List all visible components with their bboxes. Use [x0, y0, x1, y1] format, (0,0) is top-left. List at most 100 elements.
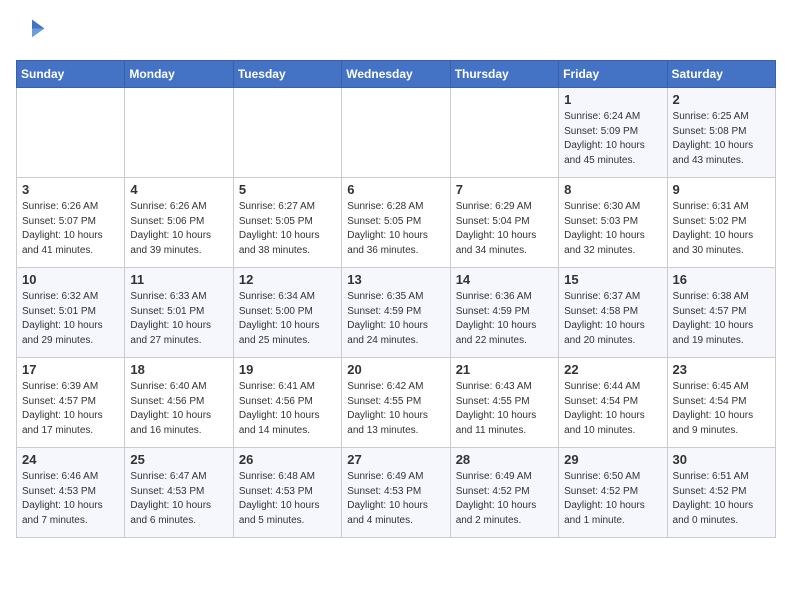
calendar-cell: 12 Sunrise: 6:34 AM Sunset: 5:00 PM Dayli…: [233, 268, 341, 358]
weekday-header: Friday: [559, 61, 667, 88]
calendar-cell: 9 Sunrise: 6:31 AM Sunset: 5:02 PM Daylig…: [667, 178, 775, 268]
day-number: 18: [130, 362, 227, 377]
calendar-cell: [342, 88, 450, 178]
day-number: 19: [239, 362, 336, 377]
calendar-header: SundayMondayTuesdayWednesdayThursdayFrid…: [17, 61, 776, 88]
calendar-cell: 26 Sunrise: 6:48 AM Sunset: 4:53 PM Dayli…: [233, 448, 341, 538]
day-number: 23: [673, 362, 770, 377]
calendar-cell: 29 Sunrise: 6:50 AM Sunset: 4:52 PM Dayli…: [559, 448, 667, 538]
day-info: Sunrise: 6:39 AM Sunset: 4:57 PM Dayligh…: [22, 380, 119, 438]
calendar-cell: [233, 88, 341, 178]
calendar-week-row: 3Sunrise: 6:26 AM Sunset: 5:07 PM Daylig…: [17, 178, 776, 268]
calendar-cell: 1 Sunrise: 6:24 AM Sunset: 5:09 PM Daylig…: [559, 88, 667, 178]
calendar-cell: 22 Sunrise: 6:44 AM Sunset: 4:54 PM Dayli…: [559, 358, 667, 448]
day-number: 17: [22, 362, 119, 377]
calendar-cell: 4 Sunrise: 6:26 AM Sunset: 5:06 PM Daylig…: [125, 178, 233, 268]
weekday-header: Thursday: [450, 61, 558, 88]
calendar-cell: 14 Sunrise: 6:36 AM Sunset: 4:59 PM Dayli…: [450, 268, 558, 358]
day-number: 8: [564, 182, 661, 197]
day-number: 5: [239, 182, 336, 197]
day-info: Sunrise: 6:35 AM Sunset: 4:59 PM Dayligh…: [347, 290, 444, 348]
day-info: Sunrise: 6:26 AM Sunset: 5:06 PM Dayligh…: [130, 200, 227, 258]
logo-icon: [16, 16, 48, 48]
day-info: Sunrise: 6:34 AM Sunset: 5:00 PM Dayligh…: [239, 290, 336, 348]
day-info: Sunrise: 6:37 AM Sunset: 4:58 PM Dayligh…: [564, 290, 661, 348]
day-info: Sunrise: 6:28 AM Sunset: 5:05 PM Dayligh…: [347, 200, 444, 258]
calendar-cell: 10 Sunrise: 6:32 AM Sunset: 5:01 PM Dayli…: [17, 268, 125, 358]
day-info: Sunrise: 6:41 AM Sunset: 4:56 PM Dayligh…: [239, 380, 336, 438]
day-number: 28: [456, 452, 553, 467]
calendar-week-row: 1 Sunrise: 6:24 AM Sunset: 5:09 PM Daylig…: [17, 88, 776, 178]
day-number: 29: [564, 452, 661, 467]
calendar-cell: 13 Sunrise: 6:35 AM Sunset: 4:59 PM Dayli…: [342, 268, 450, 358]
day-number: 26: [239, 452, 336, 467]
logo: [16, 16, 52, 48]
day-number: 6: [347, 182, 444, 197]
calendar-cell: 24 Sunrise: 6:46 AM Sunset: 4:53 PM Dayli…: [17, 448, 125, 538]
day-number: 20: [347, 362, 444, 377]
day-number: 21: [456, 362, 553, 377]
calendar-cell: 2 Sunrise: 6:25 AM Sunset: 5:08 PM Daylig…: [667, 88, 775, 178]
calendar-cell: 23 Sunrise: 6:45 AM Sunset: 4:54 PM Dayli…: [667, 358, 775, 448]
day-info: Sunrise: 6:31 AM Sunset: 5:02 PM Dayligh…: [673, 200, 770, 258]
day-number: 25: [130, 452, 227, 467]
day-number: 30: [673, 452, 770, 467]
day-number: 12: [239, 272, 336, 287]
day-info: Sunrise: 6:36 AM Sunset: 4:59 PM Dayligh…: [456, 290, 553, 348]
weekday-header: Wednesday: [342, 61, 450, 88]
calendar-cell: 18Sunrise: 6:40 AM Sunset: 4:56 PM Dayli…: [125, 358, 233, 448]
calendar-cell: 25 Sunrise: 6:47 AM Sunset: 4:53 PM Dayli…: [125, 448, 233, 538]
calendar-table: SundayMondayTuesdayWednesdayThursdayFrid…: [16, 60, 776, 538]
weekday-header: Sunday: [17, 61, 125, 88]
calendar-cell: 28 Sunrise: 6:49 AM Sunset: 4:52 PM Dayli…: [450, 448, 558, 538]
calendar-cell: 27 Sunrise: 6:49 AM Sunset: 4:53 PM Dayli…: [342, 448, 450, 538]
calendar-cell: 16Sunrise: 6:38 AM Sunset: 4:57 PM Dayli…: [667, 268, 775, 358]
calendar-cell: 3Sunrise: 6:26 AM Sunset: 5:07 PM Daylig…: [17, 178, 125, 268]
calendar-cell: 20 Sunrise: 6:42 AM Sunset: 4:55 PM Dayli…: [342, 358, 450, 448]
day-number: 2: [673, 92, 770, 107]
calendar-cell: 5Sunrise: 6:27 AM Sunset: 5:05 PM Daylig…: [233, 178, 341, 268]
calendar-week-row: 17 Sunrise: 6:39 AM Sunset: 4:57 PM Dayli…: [17, 358, 776, 448]
day-info: Sunrise: 6:25 AM Sunset: 5:08 PM Dayligh…: [673, 110, 770, 168]
day-info: Sunrise: 6:43 AM Sunset: 4:55 PM Dayligh…: [456, 380, 553, 438]
day-info: Sunrise: 6:24 AM Sunset: 5:09 PM Dayligh…: [564, 110, 661, 168]
day-info: Sunrise: 6:29 AM Sunset: 5:04 PM Dayligh…: [456, 200, 553, 258]
weekday-header: Monday: [125, 61, 233, 88]
day-number: 1: [564, 92, 661, 107]
day-info: Sunrise: 6:49 AM Sunset: 4:52 PM Dayligh…: [456, 470, 553, 528]
day-info: Sunrise: 6:32 AM Sunset: 5:01 PM Dayligh…: [22, 290, 119, 348]
day-info: Sunrise: 6:47 AM Sunset: 4:53 PM Dayligh…: [130, 470, 227, 528]
day-number: 13: [347, 272, 444, 287]
weekday-header: Tuesday: [233, 61, 341, 88]
day-number: 22: [564, 362, 661, 377]
calendar-cell: 19 Sunrise: 6:41 AM Sunset: 4:56 PM Dayli…: [233, 358, 341, 448]
day-number: 14: [456, 272, 553, 287]
day-number: 11: [130, 272, 227, 287]
day-info: Sunrise: 6:44 AM Sunset: 4:54 PM Dayligh…: [564, 380, 661, 438]
day-number: 4: [130, 182, 227, 197]
day-info: Sunrise: 6:50 AM Sunset: 4:52 PM Dayligh…: [564, 470, 661, 528]
calendar-cell: 21 Sunrise: 6:43 AM Sunset: 4:55 PM Dayli…: [450, 358, 558, 448]
day-number: 9: [673, 182, 770, 197]
day-number: 15: [564, 272, 661, 287]
day-info: Sunrise: 6:49 AM Sunset: 4:53 PM Dayligh…: [347, 470, 444, 528]
day-info: Sunrise: 6:33 AM Sunset: 5:01 PM Dayligh…: [130, 290, 227, 348]
day-info: Sunrise: 6:42 AM Sunset: 4:55 PM Dayligh…: [347, 380, 444, 438]
calendar-cell: [17, 88, 125, 178]
day-info: Sunrise: 6:46 AM Sunset: 4:53 PM Dayligh…: [22, 470, 119, 528]
day-info: Sunrise: 6:45 AM Sunset: 4:54 PM Dayligh…: [673, 380, 770, 438]
day-info: Sunrise: 6:38 AM Sunset: 4:57 PM Dayligh…: [673, 290, 770, 348]
calendar-week-row: 10 Sunrise: 6:32 AM Sunset: 5:01 PM Dayli…: [17, 268, 776, 358]
day-info: Sunrise: 6:48 AM Sunset: 4:53 PM Dayligh…: [239, 470, 336, 528]
day-number: 24: [22, 452, 119, 467]
day-number: 3: [22, 182, 119, 197]
calendar-cell: 30Sunrise: 6:51 AM Sunset: 4:52 PM Dayli…: [667, 448, 775, 538]
calendar-cell: 15 Sunrise: 6:37 AM Sunset: 4:58 PM Dayli…: [559, 268, 667, 358]
calendar-cell: 8 Sunrise: 6:30 AM Sunset: 5:03 PM Daylig…: [559, 178, 667, 268]
calendar-cell: [450, 88, 558, 178]
calendar-cell: 6 Sunrise: 6:28 AM Sunset: 5:05 PM Daylig…: [342, 178, 450, 268]
day-info: Sunrise: 6:30 AM Sunset: 5:03 PM Dayligh…: [564, 200, 661, 258]
day-number: 27: [347, 452, 444, 467]
page-header: [16, 16, 776, 48]
day-number: 10: [22, 272, 119, 287]
